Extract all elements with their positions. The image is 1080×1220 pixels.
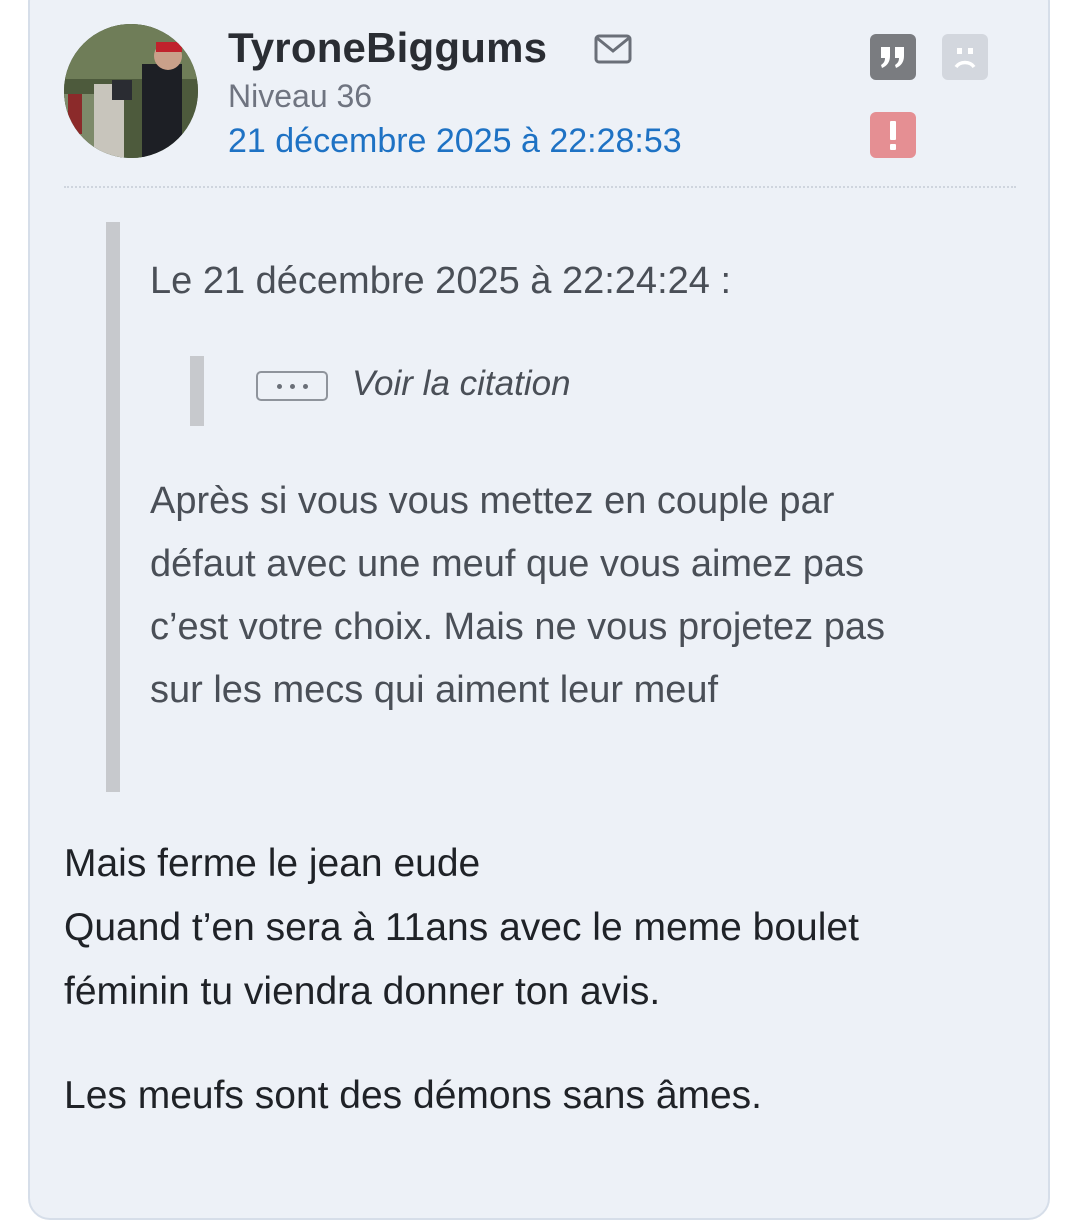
quote-header: Le 21 décembre 2025 à 22:24:24 : xyxy=(150,260,732,302)
ellipsis-icon xyxy=(276,383,282,389)
nested-quote: Voir la citation xyxy=(190,356,690,426)
header-separator xyxy=(64,186,1016,188)
message-body: Mais ferme le jean eude Quand t’en sera … xyxy=(64,832,994,1128)
quote-block: Le 21 décembre 2025 à 22:24:24 : Voir la… xyxy=(106,222,986,792)
quote-text: Après si vous vous mettez en couple par … xyxy=(150,470,980,722)
user-level: Niveau 36 xyxy=(228,78,373,114)
report-button[interactable] xyxy=(870,112,916,158)
quote-line: c’est votre choix. Mais ne vous projetez… xyxy=(150,606,886,648)
avatar[interactable] xyxy=(64,24,198,158)
avatar-image xyxy=(64,24,198,158)
quote-line: Après si vous vous mettez en couple par xyxy=(150,480,835,522)
post-date-link[interactable]: 21 décembre 2025 à 22:28:53 xyxy=(228,122,682,161)
expand-quote-button[interactable] xyxy=(256,371,328,401)
message-line: Mais ferme le jean eude xyxy=(64,842,481,885)
sad-button[interactable] xyxy=(942,34,988,80)
message-line: Quand t’en sera à 11ans avec le meme bou… xyxy=(64,906,859,949)
quote-bar xyxy=(106,222,120,792)
alert-icon xyxy=(890,121,896,150)
voir-citation-label[interactable]: Voir la citation xyxy=(352,364,571,404)
mail-icon[interactable] xyxy=(594,34,632,64)
author-name[interactable]: TyroneBiggums xyxy=(228,24,547,72)
quote-icon xyxy=(881,47,904,68)
message-closing: Les meufs sont des démons sans âmes. xyxy=(64,1074,763,1117)
quote-line: sur les mecs qui aiment leur meuf xyxy=(150,669,719,711)
quote-line: défaut avec une meuf que vous aimez pas xyxy=(150,543,865,585)
sad-face-icon xyxy=(954,48,976,69)
message-line: féminin tu viendra donner ton avis. xyxy=(64,970,661,1013)
quote-button[interactable] xyxy=(870,34,916,80)
nested-quote-bar xyxy=(190,356,204,426)
